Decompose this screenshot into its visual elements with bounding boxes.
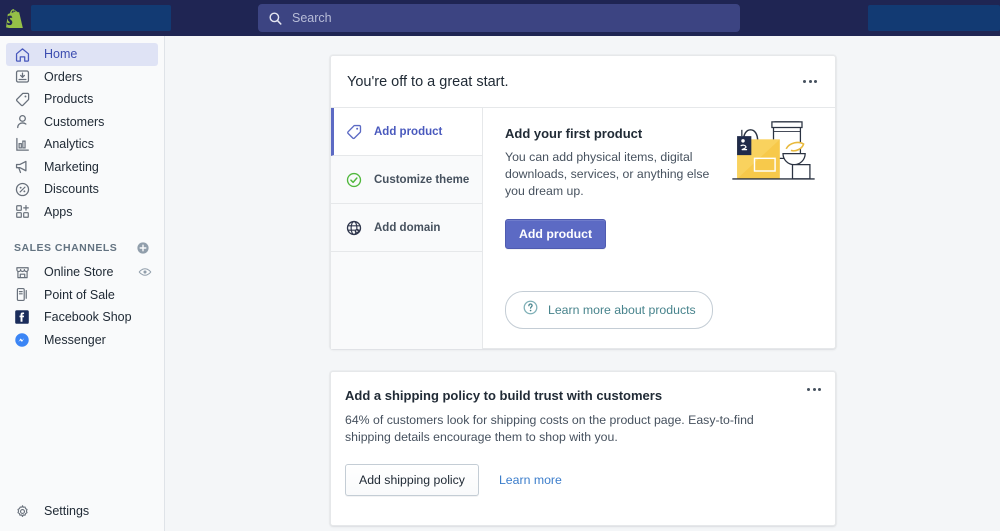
sidebar-item-messenger[interactable]: Messenger (6, 329, 158, 352)
sidebar-item-customers[interactable]: Customers (6, 111, 158, 134)
sidebar-item-label: Online Store (44, 265, 113, 279)
plus-circle-icon[interactable] (136, 241, 150, 255)
account-placeholder[interactable] (868, 5, 1000, 31)
sidebar-item-label: Home (44, 47, 77, 61)
facebook-icon (14, 307, 34, 327)
setup-step-label: Customize theme (374, 174, 469, 186)
detail-body: You can add physical items, digital down… (505, 149, 710, 200)
sidebar-item-label: Point of Sale (44, 288, 115, 302)
customers-person-icon (14, 112, 34, 132)
shipping-policy-card: Add a shipping policy to build trust wit… (330, 371, 836, 526)
add-product-button[interactable]: Add product (505, 219, 606, 249)
sidebar-item-analytics[interactable]: Analytics (6, 133, 158, 156)
sidebar-item-label: Settings (44, 504, 89, 518)
shopify-logo[interactable] (0, 9, 28, 28)
learn-more-link[interactable]: Learn more (499, 473, 562, 487)
sidebar-item-label: Analytics (44, 137, 94, 151)
sidebar-item-label: Apps (44, 205, 73, 219)
sidebar-item-point-of-sale[interactable]: Point of Sale (6, 284, 158, 307)
shipping-heading: Add a shipping policy to build trust wit… (345, 388, 817, 403)
sidebar: Home Orders Products Customers Analytics (0, 36, 165, 531)
setup-steps-list: Add product Customize theme Add domain (331, 108, 483, 349)
sales-channels-header: SALES CHANNELS (14, 239, 150, 257)
sidebar-item-label: Discounts (44, 182, 99, 196)
setup-guide-card: You're off to a great start. Add product… (330, 55, 836, 349)
orders-icon (14, 67, 34, 87)
learn-more-about-products-button[interactable]: Learn more about products (505, 291, 713, 329)
primary-nav: Home Orders Products Customers Analytics (0, 36, 164, 223)
page-title: You're off to a great start. (347, 74, 509, 90)
question-circle-icon (522, 299, 539, 321)
shipping-card-body: Add a shipping policy to build trust wit… (331, 372, 835, 496)
learn-more-label: Learn more about products (548, 303, 696, 317)
tag-icon (345, 123, 363, 141)
sidebar-item-facebook-shop[interactable]: Facebook Shop (6, 306, 158, 329)
sidebar-item-label: Marketing (44, 160, 99, 174)
eye-icon[interactable] (138, 265, 152, 279)
sidebar-item-settings[interactable]: Settings (0, 500, 165, 522)
check-circle-icon (345, 171, 363, 189)
sidebar-item-label: Products (44, 92, 93, 106)
search-area: Search (258, 4, 740, 32)
online-store-icon (14, 262, 34, 282)
setup-step-customize-theme[interactable]: Customize theme (331, 156, 482, 204)
apps-grid-icon (14, 202, 34, 222)
marketing-megaphone-icon (14, 157, 34, 177)
sidebar-item-marketing[interactable]: Marketing (6, 156, 158, 179)
sidebar-item-online-store[interactable]: Online Store (6, 261, 158, 284)
add-shipping-policy-button[interactable]: Add shipping policy (345, 464, 479, 496)
sidebar-item-label: Orders (44, 70, 82, 84)
discounts-percent-icon (14, 179, 34, 199)
search-placeholder: Search (292, 11, 332, 25)
sidebar-item-products[interactable]: Products (6, 88, 158, 111)
setup-step-add-domain[interactable]: Add domain (331, 204, 482, 252)
setup-card-body: Add product Customize theme Add domain A (331, 108, 835, 349)
setup-step-detail: Add your first product You can add physi… (483, 108, 835, 349)
home-icon (14, 44, 34, 64)
shipping-body-text: 64% of customers look for shipping costs… (345, 412, 775, 446)
main-content: You're off to a great start. Add product… (165, 36, 1000, 531)
setup-step-label: Add domain (374, 222, 440, 234)
gear-icon (14, 501, 34, 521)
setup-card-header: You're off to a great start. (331, 56, 835, 108)
search-icon (268, 11, 283, 26)
shopping-bag-illustration (726, 112, 821, 192)
setup-step-add-product[interactable]: Add product (331, 108, 482, 156)
point-of-sale-icon (14, 285, 34, 305)
kebab-menu-icon[interactable] (801, 74, 819, 89)
products-tag-icon (14, 89, 34, 109)
globe-icon (345, 219, 363, 237)
sidebar-item-home[interactable]: Home (6, 43, 158, 66)
top-bar: Search (0, 0, 1000, 36)
sidebar-item-discounts[interactable]: Discounts (6, 178, 158, 201)
messenger-icon (14, 330, 34, 350)
sidebar-item-label: Facebook Shop (44, 310, 132, 324)
sidebar-item-orders[interactable]: Orders (6, 66, 158, 89)
analytics-bar-chart-icon (14, 134, 34, 154)
sidebar-item-apps[interactable]: Apps (6, 201, 158, 224)
shipping-actions: Add shipping policy Learn more (345, 464, 817, 496)
store-name-placeholder[interactable] (31, 5, 171, 31)
setup-step-label: Add product (374, 126, 442, 138)
sales-channels-title: SALES CHANNELS (14, 242, 117, 254)
sidebar-item-label: Customers (44, 115, 104, 129)
sidebar-item-label: Messenger (44, 333, 106, 347)
shopify-logo-icon (6, 9, 23, 28)
search-input[interactable]: Search (258, 4, 740, 32)
